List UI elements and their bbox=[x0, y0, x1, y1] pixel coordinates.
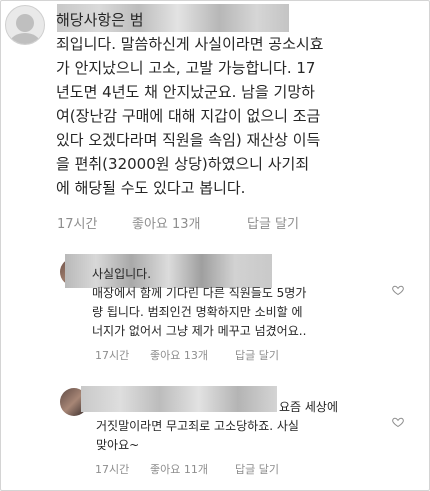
like-count-button[interactable]: 좋아요 11개 bbox=[150, 461, 208, 477]
heart-outline-icon[interactable] bbox=[392, 284, 404, 296]
reply-first-line: 요즘 세상에 bbox=[279, 400, 339, 414]
avatar-head-shape bbox=[16, 14, 34, 32]
reply-button[interactable]: 답글 달기 bbox=[247, 213, 299, 232]
comment-timestamp: 17시간 bbox=[95, 463, 130, 476]
reply-comment-text: 사실입니다. 매장에서 함께 기다린 다른 직원들도 5명가 량 됩니다. 범죄… bbox=[92, 267, 307, 338]
reply-comment-text: 요즘 세상에 거짓말이라면 무고죄로 고소당하죠. 사실 맞아요~ bbox=[96, 400, 339, 452]
avatar-shoulders-shape bbox=[10, 33, 40, 44]
reply-button[interactable]: 답글 달기 bbox=[235, 347, 279, 363]
like-count-button[interactable]: 좋아요 13개 bbox=[132, 213, 201, 232]
comment-timestamp: 17시간 bbox=[57, 217, 98, 232]
reply-button[interactable]: 답글 달기 bbox=[235, 461, 279, 477]
like-count-button[interactable]: 좋아요 13개 bbox=[150, 347, 208, 363]
heart-outline-icon[interactable] bbox=[392, 416, 404, 428]
default-avatar-icon[interactable] bbox=[5, 5, 45, 45]
comment-timestamp: 17시간 bbox=[95, 349, 130, 362]
main-comment-text: 해당사항은 범 죄입니다. 말씀하신게 사실이라면 공소시효 가 안지났으니 고… bbox=[56, 11, 324, 197]
